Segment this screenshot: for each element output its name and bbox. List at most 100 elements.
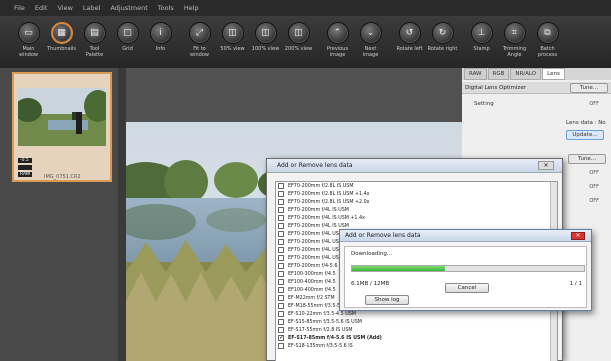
lens-checkbox[interactable] <box>278 271 284 277</box>
tab-raw[interactable]: RAW <box>464 68 487 80</box>
progress-bar <box>351 265 585 272</box>
lens-list-item[interactable]: EF-S17-55mm f/2.8 IS USM <box>276 326 557 334</box>
rotate-right-icon: ↻ <box>431 22 454 44</box>
toolbar-label: Main window <box>19 46 38 58</box>
info-icon: i <box>149 22 172 44</box>
lens-name: EF-S17-55mm f/2.8 IS USM <box>288 327 353 333</box>
cancel-button[interactable]: Cancel <box>445 283 489 293</box>
menu-file[interactable]: File <box>14 4 25 12</box>
toolbar-label: 100% view <box>251 46 280 52</box>
download-dialog-titlebar: Add or Remove lens data <box>340 230 591 242</box>
tab-nr-alo[interactable]: NR/ALO <box>510 68 542 80</box>
tune-button[interactable]: Tune... <box>570 83 608 93</box>
lens-dialog-title: Add or Remove lens data <box>277 162 353 169</box>
lens-checkbox[interactable] <box>278 311 284 317</box>
thumbnails-icon: ▦ <box>50 22 73 44</box>
lens-name: EF70-200mm f/4L USM <box>288 239 343 245</box>
close-icon[interactable]: ✕ <box>571 232 585 240</box>
lens-name: EF70-200mm f/2.8L IS USM +2.0x <box>288 199 370 205</box>
lens-checkbox[interactable] <box>278 215 284 221</box>
lens-checkbox[interactable] <box>278 343 284 349</box>
menu-edit[interactable]: Edit <box>35 4 48 12</box>
toolbar-label: Tool Palette <box>85 46 104 58</box>
batch-process-icon: ⧉ <box>536 22 559 44</box>
lens-checkbox[interactable] <box>278 191 284 197</box>
tool-palette-button[interactable]: ▤ Tool Palette <box>78 16 111 68</box>
lens-checkbox[interactable] <box>278 295 284 301</box>
toolbar-label: 200% view <box>284 46 313 52</box>
tune-button-2[interactable]: Tune... <box>568 154 606 164</box>
lens-checkbox[interactable] <box>278 231 284 237</box>
tab-lens[interactable]: Lens <box>542 68 565 80</box>
close-icon[interactable]: ✕ <box>538 161 554 170</box>
rotate-right-button[interactable]: ↻ Rotate right <box>426 16 459 68</box>
lens-name: EF100-400mm f/4.5 <box>288 279 336 285</box>
toolbar-label: Rotate right <box>427 46 458 52</box>
thumbnail-scrollbar[interactable] <box>118 68 126 361</box>
lens-list-item[interactable]: EF70-200mm f/2.8L IS USM <box>276 182 557 190</box>
update-button[interactable]: Update... <box>566 130 604 140</box>
thumbnails-button[interactable]: ▦ Thumbnails <box>45 16 78 68</box>
lens-checkbox[interactable] <box>278 303 284 309</box>
download-size: 6.1MB / 12MB <box>351 281 390 287</box>
previous-image-button[interactable]: ⌃ Previous image <box>321 16 354 68</box>
view-200-button[interactable]: ◫ 200% view <box>282 16 315 68</box>
lens-name: EF70-200mm f/4L IS USM <box>288 223 349 229</box>
thumbnail-badge: -0.5 <box>18 158 33 163</box>
lens-checkbox[interactable] <box>278 247 284 253</box>
menu-view[interactable]: View <box>57 4 72 12</box>
lens-list-item[interactable]: EF70-200mm f/4L IS USM +1.4x <box>276 214 557 222</box>
toolbar-label: Grid <box>122 46 133 52</box>
menu-adjustment[interactable]: Adjustment <box>110 4 147 12</box>
lens-list-item[interactable]: EF-S15-85mm f/3.5-5.6 IS USM <box>276 318 557 326</box>
lens-checkbox[interactable] <box>278 239 284 245</box>
lens-list-item[interactable]: EF70-200mm f/4L IS USM <box>276 206 557 214</box>
lens-list-item[interactable]: EF-S18-135mm f/3.5-5.6 IS <box>276 342 557 350</box>
toolbar-label: Next image <box>362 46 379 58</box>
stamp-button[interactable]: ⊥ Stamp <box>465 16 498 68</box>
lens-list-item[interactable]: EF-S10-22mm f/3.5-4.5 USM <box>276 310 557 318</box>
download-dialog: Add or Remove lens data ✕ Downloading...… <box>339 229 592 311</box>
lens-checkbox[interactable] <box>278 255 284 261</box>
toolbar-label: Fit to window <box>190 46 209 58</box>
tab-rgb[interactable]: RGB <box>487 68 510 80</box>
batch-process-button[interactable]: ⧉ Batch process <box>531 16 564 68</box>
main-window-button[interactable]: ▭ Main window <box>12 16 45 68</box>
view-200-icon: ◫ <box>287 22 310 44</box>
lens-checkbox[interactable] <box>278 263 284 269</box>
lens-checkbox[interactable] <box>278 319 284 325</box>
next-image-button[interactable]: ⌄ Next image <box>354 16 387 68</box>
lens-checkbox[interactable] <box>278 207 284 213</box>
thumbnail-badge <box>18 165 33 170</box>
lens-list-item[interactable]: EF70-200mm f/2.8L IS USM +1.4x <box>276 190 557 198</box>
rotate-left-button[interactable]: ↺ Rotate left <box>393 16 426 68</box>
lens-list-item[interactable]: EF-S17-85mm f/4-5.6 IS USM (Add) <box>276 334 557 342</box>
lens-checkbox[interactable] <box>278 183 284 189</box>
thumbnail-filename: IMG_0751.CR2 <box>44 174 81 180</box>
lens-checkbox[interactable] <box>278 223 284 229</box>
info-button[interactable]: i Info <box>144 16 177 68</box>
trimming-button[interactable]: ⌗ Trimming Angle <box>498 16 531 68</box>
lens-name: EF70-200mm f/4L USM <box>288 247 343 253</box>
lens-checkbox[interactable] <box>278 279 284 285</box>
lens-name: EF-S17-85mm f/4-5.6 IS USM (Add) <box>288 335 382 341</box>
stamp-icon: ⊥ <box>470 22 493 44</box>
view-100-button[interactable]: ◫ 100% view <box>249 16 282 68</box>
thumbnail-card[interactable]: -0.5 RAW IMG_0751.CR2 <box>12 72 112 182</box>
lens-checkbox[interactable] <box>278 327 284 333</box>
off-value-1: OFF <box>589 170 599 176</box>
lens-name: EF-S18-135mm f/3.5-5.6 IS <box>288 343 353 349</box>
progress-bar-fill <box>352 266 445 271</box>
menu-label[interactable]: Label <box>83 4 101 12</box>
grid-button[interactable]: ▢ Grid <box>111 16 144 68</box>
lens-checkbox[interactable] <box>278 334 284 341</box>
lens-list-item[interactable]: EF70-200mm f/2.8L IS USM +2.0x <box>276 198 557 206</box>
show-log-button[interactable]: Show log <box>365 295 409 305</box>
menu-help[interactable]: Help <box>184 4 199 12</box>
fit-to-window-button[interactable]: ⤢ Fit to window <box>183 16 216 68</box>
lens-checkbox[interactable] <box>278 199 284 205</box>
thumbnail-panel: -0.5 RAW IMG_0751.CR2 <box>0 68 126 361</box>
lens-checkbox[interactable] <box>278 287 284 293</box>
view-50-button[interactable]: ◫ 50% view <box>216 16 249 68</box>
menu-tools[interactable]: Tools <box>158 4 174 12</box>
